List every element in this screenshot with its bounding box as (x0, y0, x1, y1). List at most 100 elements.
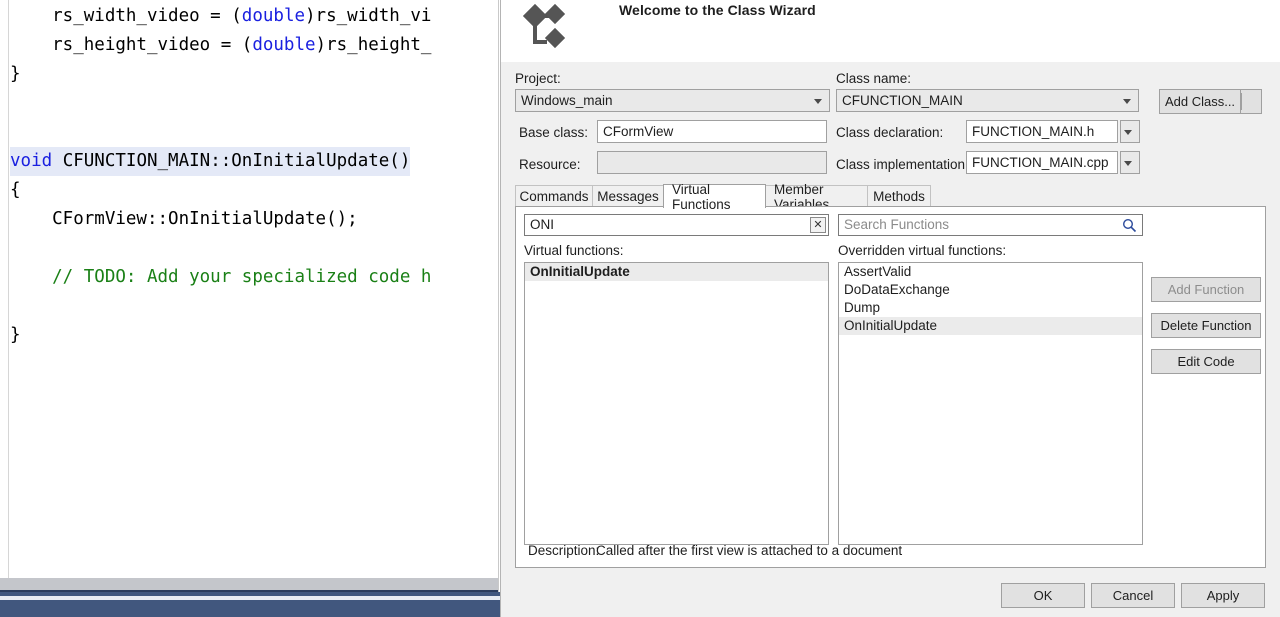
class-wizard-icon (509, 2, 567, 52)
editor-status-bar (0, 590, 510, 617)
code-line: } (10, 60, 510, 89)
button-label: Cancel (1112, 588, 1154, 603)
code-line: void CFUNCTION_MAIN::OnInitialUpdate() (10, 147, 510, 176)
dialog-header: Welcome to the Class Wizard (501, 0, 1280, 63)
list-item[interactable]: OnInitialUpdate (525, 263, 828, 281)
class-declaration-value: FUNCTION_MAIN.h (972, 124, 1095, 139)
status-bar-fill (0, 600, 510, 617)
code-token: rs_height_video = ( (10, 35, 253, 55)
button-label: Edit Code (1177, 354, 1235, 369)
ok-button[interactable]: OK (1001, 583, 1085, 608)
close-icon[interactable]: ✕ (810, 217, 826, 233)
project-label: Project: (515, 71, 561, 86)
description-text: Called after the first view is attached … (596, 543, 903, 558)
code-line: rs_width_video = (double)rs_width_vi (10, 2, 510, 31)
project-value: Windows_main (521, 93, 613, 108)
filter-value: ONI (530, 217, 555, 232)
class-name-label: Class name: (836, 71, 912, 86)
class-declaration-label: Class declaration: (836, 125, 944, 140)
tab-virtual-functions[interactable]: Virtual Functions (663, 182, 766, 212)
overridden-functions-list[interactable]: AssertValid DoDataExchange Dump OnInitialUp… (838, 262, 1143, 545)
description-label: Description: (528, 543, 600, 558)
virtual-functions-list[interactable]: OnInitialUpdate (524, 262, 829, 545)
edit-code-button[interactable]: Edit Code (1151, 349, 1261, 374)
tab-strip[interactable]: Commands Messages Virtual Functions Member … (515, 182, 1266, 212)
button-label: OK (1033, 588, 1053, 603)
resource-label: Resource: (519, 157, 581, 172)
add-class-button-label: Add Class... (1159, 89, 1240, 114)
delete-function-button[interactable]: Delete Function (1151, 313, 1261, 338)
class-implementation-dropdown[interactable] (1120, 151, 1140, 174)
tab-methods[interactable]: Methods (867, 185, 931, 207)
dialog-body: Project: Windows_main Base class: CFormV… (501, 62, 1280, 572)
list-item[interactable]: AssertValid (839, 263, 1142, 281)
code-token: // TODO: Add your specialized code h (10, 267, 432, 287)
code-token: } (10, 325, 21, 345)
virtual-functions-panel: ONI ✕ Search Functions Virtual functions… (515, 206, 1266, 568)
base-class-label: Base class: (519, 125, 589, 140)
apply-button[interactable]: Apply (1181, 583, 1265, 608)
class-name-value: CFUNCTION_MAIN (842, 93, 963, 108)
code-token: double (252, 35, 316, 55)
tab-label: Commands (519, 189, 589, 204)
dialog-title: Welcome to the Class Wizard (619, 2, 816, 18)
base-class-input[interactable]: CFormView (597, 120, 827, 143)
editor-code-area[interactable]: rs_width_video = (double)rs_width_vi rs_… (10, 0, 510, 350)
list-item[interactable]: Dump (839, 299, 1142, 317)
button-label: Delete Function (1160, 318, 1252, 333)
chevron-down-icon (814, 98, 822, 104)
class-declaration-input[interactable]: FUNCTION_MAIN.h (966, 120, 1118, 143)
cancel-button[interactable]: Cancel (1091, 583, 1175, 608)
resource-input[interactable] (597, 151, 827, 174)
tab-label: Virtual Functions (672, 181, 731, 212)
add-class-dropdown-toggle[interactable] (1240, 89, 1262, 114)
editor-gutter (0, 0, 9, 592)
code-token: rs_width_video = ( (10, 6, 242, 26)
code-token: double (241, 6, 306, 26)
add-function-button: Add Function (1151, 277, 1261, 302)
chevron-down-icon (1123, 98, 1131, 104)
project-combobox[interactable]: Windows_main (515, 89, 830, 112)
class-declaration-dropdown[interactable] (1120, 120, 1140, 143)
code-line: { (10, 176, 510, 205)
search-functions-input[interactable]: Search Functions (838, 214, 1143, 236)
code-token: { (10, 180, 21, 200)
class-implementation-label: Class implementation: (836, 157, 969, 172)
chevron-down-icon (1124, 129, 1132, 135)
class-name-combobox[interactable]: CFUNCTION_MAIN (836, 89, 1139, 112)
tab-member-variables[interactable]: Member Variables (765, 182, 868, 212)
code-line: } (10, 321, 510, 350)
tab-label: Methods (873, 189, 925, 204)
virtual-functions-label: Virtual functions: (524, 243, 624, 258)
class-implementation-input[interactable]: FUNCTION_MAIN.cpp (966, 151, 1118, 174)
code-token: )rs_width_vi (305, 6, 432, 26)
virtual-functions-filter-input[interactable]: ONI ✕ (524, 214, 829, 236)
button-label: Add Function (1167, 282, 1245, 297)
code-line: // TODO: Add your specialized code h (10, 263, 510, 292)
class-wizard-dialog: Welcome to the Class Wizard Project: Win… (500, 0, 1280, 617)
list-item[interactable]: DoDataExchange (839, 281, 1142, 299)
code-token: void (10, 147, 53, 176)
code-token: CFormView::OnInitialUpdate(); (10, 209, 358, 229)
class-implementation-value: FUNCTION_MAIN.cpp (972, 155, 1109, 170)
code-token: )rs_height_ (315, 35, 432, 55)
code-token: } (10, 64, 21, 84)
overridden-functions-label: Overridden virtual functions: (838, 243, 1007, 258)
list-item[interactable]: OnInitialUpdate (839, 317, 1142, 335)
code-token: CFUNCTION_MAIN::OnInitialUpdate() (52, 147, 411, 176)
base-class-value: CFormView (603, 124, 674, 139)
code-editor[interactable]: rs_width_video = (double)rs_width_vi rs_… (0, 0, 510, 617)
search-icon (1122, 218, 1137, 233)
code-line: rs_height_video = (double)rs_height_ (10, 31, 510, 60)
tab-label: Messages (597, 189, 659, 204)
add-class-button[interactable]: Add Class... (1159, 89, 1262, 114)
tab-messages[interactable]: Messages (592, 185, 664, 207)
tab-commands[interactable]: Commands (515, 185, 593, 207)
button-label: Apply (1206, 588, 1240, 603)
code-line: CFormView::OnInitialUpdate(); (10, 205, 510, 234)
chevron-down-icon (1124, 160, 1132, 166)
